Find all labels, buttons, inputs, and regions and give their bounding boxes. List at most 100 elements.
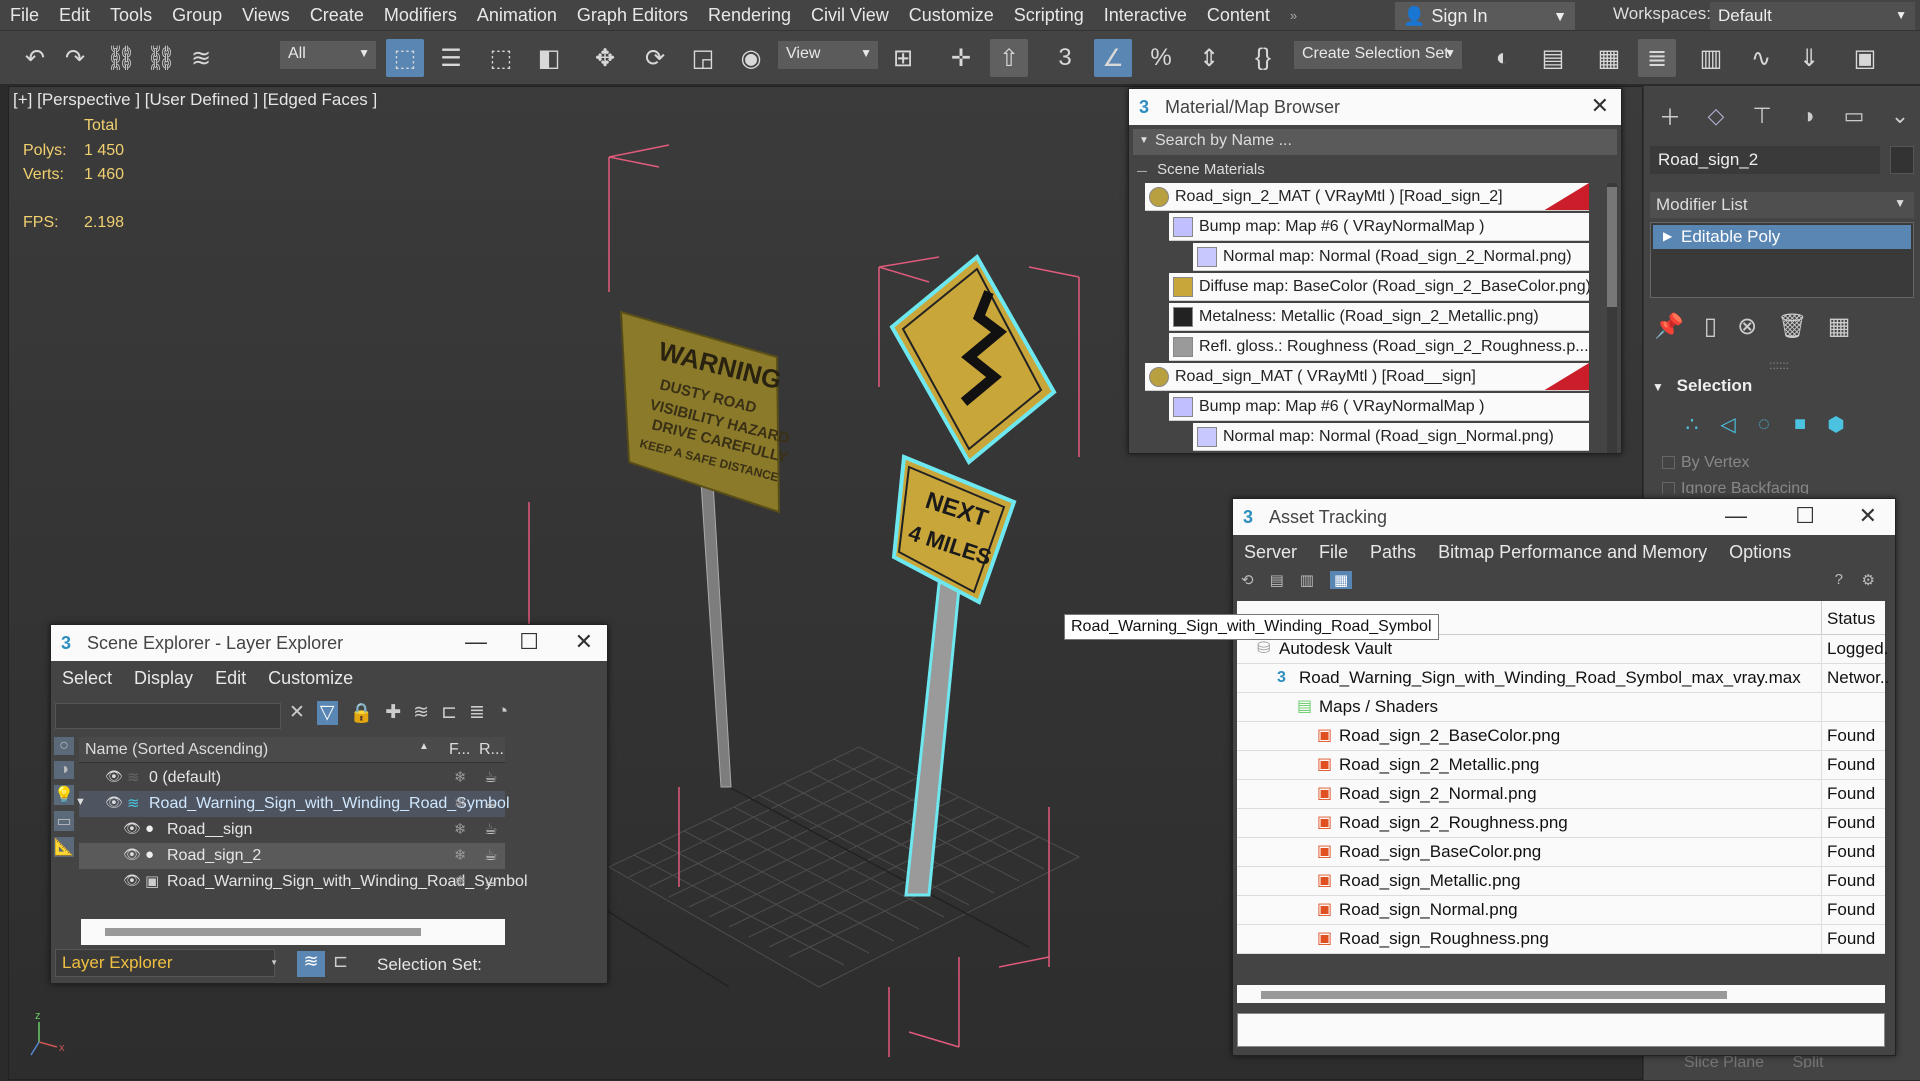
menu-modifiers[interactable]: Modifiers — [374, 5, 467, 26]
layer-row[interactable]: 👁 ● Road_sign_2 ❄ ☕ — [79, 843, 505, 869]
asset-row[interactable]: ▤ Maps / Shaders — [1237, 693, 1885, 722]
asset-menu-server[interactable]: Server — [1233, 542, 1308, 563]
minimize-icon[interactable]: — — [1725, 503, 1747, 529]
configure-sets-icon[interactable]: ▦ — [1828, 312, 1851, 341]
material-browser-titlebar[interactable]: 3 Material/Map Browser ✕ — [1129, 89, 1621, 125]
object-color-swatch[interactable] — [1890, 146, 1914, 174]
material-row[interactable]: Bump map: Map #6 ( VRayNormalMap ) — [1169, 393, 1589, 421]
list-view-icon[interactable]: ▤ — [1270, 571, 1284, 589]
menu-rendering[interactable]: Rendering — [698, 5, 801, 26]
modifier-list-select[interactable]: Modifier List ▼ — [1650, 192, 1914, 218]
asset-menu-options[interactable]: Options — [1718, 542, 1802, 563]
menu-views[interactable]: Views — [232, 5, 300, 26]
angle-snap-icon[interactable]: ∠ — [1094, 39, 1132, 77]
scene-explorer-icon[interactable]: ▦ — [1590, 39, 1628, 77]
filter-icon[interactable]: ▽ — [316, 701, 338, 725]
expand-triangle-icon[interactable]: ▶ — [1663, 229, 1672, 243]
explorer-menu-customize[interactable]: Customize — [257, 668, 364, 689]
layer-row[interactable]: 👁 ≋ 0 (default) ❄ ☕ — [79, 765, 505, 791]
rotate-icon[interactable]: ⟳ — [636, 39, 674, 77]
link-icon[interactable]: ⛓ — [102, 39, 140, 77]
sign-in-button[interactable]: 👤 Sign In ▼ — [1395, 2, 1575, 30]
menu-edit[interactable]: Edit — [49, 5, 100, 26]
asset-row[interactable]: ▣ Road_sign_Normal.png Found — [1237, 896, 1885, 925]
explorer-mode-select[interactable]: Layer Explorer ▼ — [55, 949, 278, 977]
slice-plane-button[interactable]: Slice Plane Split — [1684, 1054, 1824, 1068]
visibility-eye-icon[interactable]: 👁 — [123, 820, 141, 837]
material-editor-icon[interactable]: ▣ — [1846, 39, 1884, 77]
asset-hscrollbar[interactable] — [1237, 985, 1885, 1003]
show-end-result-icon[interactable]: ▯ — [1704, 312, 1717, 341]
helpers-icon[interactable]: 📐 — [54, 837, 74, 857]
named-selection-set-select[interactable]: Create Selection Set ▼ — [1294, 41, 1462, 69]
asset-row[interactable]: ▣ Road_sign_2_Roughness.png Found — [1237, 809, 1885, 838]
maximize-icon[interactable]: ☐ — [1795, 503, 1815, 529]
named-selection-icon[interactable]: {} — [1244, 39, 1282, 77]
explorer-menu-edit[interactable]: Edit — [204, 668, 257, 689]
scrollbar-thumb[interactable] — [105, 928, 421, 936]
hierarchy-icon[interactable]: ⊏ — [441, 701, 457, 725]
rectangular-selection-icon[interactable]: ⬚ — [482, 39, 520, 77]
new-layer-icon[interactable]: ✚ — [385, 701, 401, 725]
help-icon[interactable]: ? — [1835, 571, 1843, 588]
ribbon-icon[interactable]: ▥ — [1692, 39, 1730, 77]
viewport-label[interactable]: [+] [Perspective ] [User Defined ] [Edge… — [13, 90, 377, 110]
motion-tab-icon[interactable]: ◑ — [1790, 98, 1826, 134]
menu-file[interactable]: File — [0, 5, 49, 26]
render-teapot-icon[interactable]: ☕ — [484, 820, 497, 838]
asset-row[interactable]: ▣ Road_sign_2_Normal.png Found — [1237, 780, 1885, 809]
vertex-icon[interactable]: ∴ — [1680, 412, 1704, 436]
pivot-icon[interactable]: ⊞ — [884, 39, 922, 77]
layer-row[interactable]: 👁 ▣ Road_Warning_Sign_with_Winding_Road_Sy… — [79, 869, 528, 895]
spinner-snap-icon[interactable]: ⇕ — [1190, 39, 1228, 77]
settings-icon[interactable]: ⚙ — [1862, 571, 1875, 589]
asset-row[interactable]: ▣ Road_sign_Roughness.png Found — [1237, 925, 1885, 954]
cameras-icon[interactable]: ▭ — [54, 811, 74, 831]
select-by-name-icon[interactable]: ☰ — [432, 39, 470, 77]
render-column-header[interactable]: R... — [479, 741, 504, 759]
add-to-layer-icon[interactable]: ≋ — [413, 701, 429, 725]
hierarchy-mode-icon[interactable]: ⊏ — [333, 951, 348, 972]
menu-tools[interactable]: Tools — [100, 5, 162, 26]
asset-menu-bitmap-performance-and-memory[interactable]: Bitmap Performance and Memory — [1427, 542, 1718, 563]
explorer-menu-display[interactable]: Display — [123, 668, 204, 689]
asset-row[interactable]: ▣ Road_sign_2_Metallic.png Found — [1237, 751, 1885, 780]
ignore-backfacing-checkbox[interactable]: Ignore Backfacing — [1662, 480, 1809, 494]
menu-graph-editors[interactable]: Graph Editors — [567, 5, 698, 26]
modify-tab-icon[interactable]: ◇ — [1698, 98, 1734, 134]
table-view-icon[interactable]: ▦ — [1329, 571, 1353, 589]
scene-materials-group[interactable]: — Scene Materials — [1137, 161, 1265, 178]
curve-editor-icon[interactable]: ∿ — [1742, 39, 1780, 77]
name-column-header[interactable]: Name (Sorted Ascending) — [85, 741, 268, 759]
mirror-icon[interactable]: ◐ — [1484, 39, 1522, 77]
material-row[interactable]: Metalness: Metallic (Road_sign_2_Metalli… — [1169, 303, 1589, 331]
hierarchy-tab-icon[interactable]: ⊤ — [1744, 98, 1780, 134]
visibility-eye-icon[interactable]: 👁 — [105, 794, 123, 811]
menu-civil-view[interactable]: Civil View — [801, 5, 899, 26]
asset-menu-file[interactable]: File — [1308, 542, 1359, 563]
pin-stack-icon[interactable]: 📌 — [1654, 312, 1684, 341]
unlink-icon[interactable]: ⛓ — [142, 39, 180, 77]
align-icon[interactable]: ▤ — [1534, 39, 1572, 77]
scrollbar-thumb[interactable] — [1607, 187, 1617, 307]
lock-icon[interactable]: 🔒 — [350, 701, 374, 725]
material-row[interactable]: Normal map: Normal (Road_sign_2_Normal.p… — [1193, 243, 1589, 271]
redo-icon[interactable]: ↷ — [56, 39, 94, 77]
undo-icon[interactable]: ↶ — [16, 39, 54, 77]
scrollbar-thumb[interactable] — [1261, 991, 1727, 999]
freeze-icon[interactable]: ❄ — [454, 846, 467, 864]
layer-row[interactable]: ▼ 👁 ≋ Road_Warning_Sign_with_Winding_Road_S… — [75, 791, 510, 817]
display-tab-icon[interactable]: ▭ — [1836, 98, 1872, 134]
schematic-view-icon[interactable]: ⇓ — [1790, 39, 1828, 77]
minimize-icon[interactable]: — — [465, 629, 487, 655]
render-teapot-icon[interactable]: ☕ — [484, 846, 497, 864]
lights-icon[interactable]: 💡 — [54, 785, 74, 805]
material-row[interactable]: Bump map: Map #6 ( VRayNormalMap ) — [1169, 213, 1589, 241]
menu-create[interactable]: Create — [300, 5, 374, 26]
scene-explorer-titlebar[interactable]: 3 Scene Explorer - Layer Explorer — ☐ ✕ — [51, 625, 607, 661]
freeze-column-header[interactable]: F... — [449, 741, 470, 759]
workspace-select[interactable]: Default ▼ — [1710, 2, 1915, 30]
material-search-input[interactable]: ▼ Search by Name ... — [1133, 129, 1617, 155]
render-teapot-icon[interactable]: ☕ — [484, 768, 497, 786]
utilities-tab-icon[interactable]: ⌄ — [1882, 98, 1918, 134]
